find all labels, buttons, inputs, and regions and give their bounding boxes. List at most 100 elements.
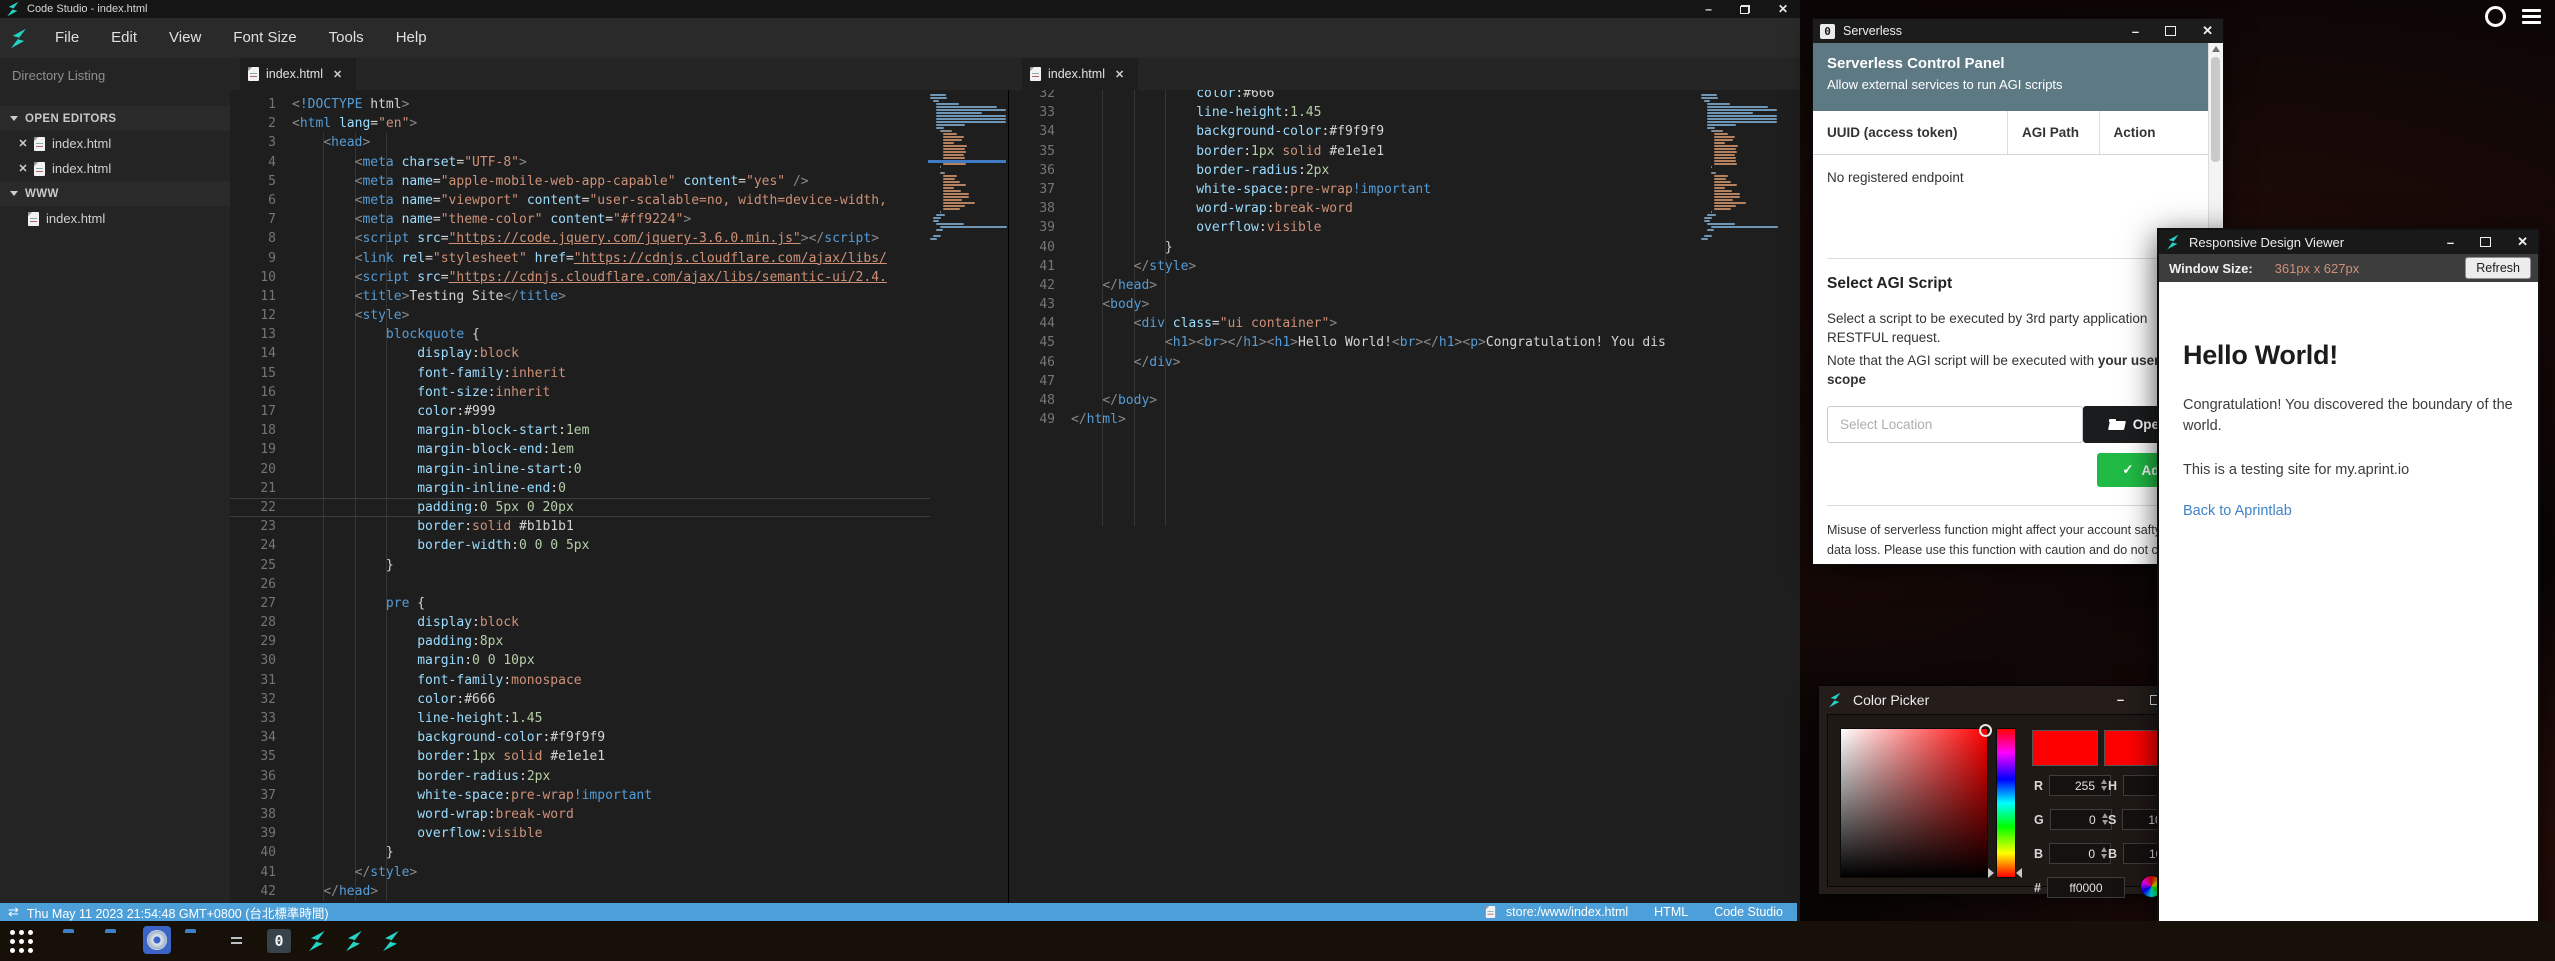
saturation-value-surface[interactable] [1840, 728, 1988, 878]
sidebar-item-index-html[interactable]: ✕index.html [0, 156, 230, 181]
blue-spinner-row: B 0 [2034, 843, 2111, 864]
page-heading: Hello World! [2183, 340, 2514, 371]
tab-close-icon[interactable]: ✕ [1115, 68, 1124, 81]
divider [1827, 258, 2197, 259]
file-icon [248, 67, 259, 81]
sidebar-section-www[interactable]: WWW [0, 181, 230, 206]
status-language[interactable]: HTML [1654, 905, 1688, 919]
loading-ring-icon[interactable] [2485, 6, 2506, 27]
serverless-body: Serverless Control Panel Allow external … [1813, 43, 2209, 564]
warning-text: data loss. Please use this function with… [1827, 543, 2209, 557]
tab-index-html-pane2[interactable]: index.html ✕ [1022, 58, 1138, 90]
window-size-value: 361px x 627px [2275, 261, 2360, 276]
restore-button[interactable] [1740, 5, 1750, 14]
file-tree: OPEN EDITORS✕index.html✕index.htmlWWWind… [0, 106, 230, 231]
app-grid-icon[interactable] [10, 930, 33, 953]
status-app-name: Code Studio [1714, 905, 1783, 919]
red-value-field[interactable]: 255 [2049, 775, 2111, 796]
minimap[interactable] [1701, 94, 1777, 241]
minimize-button[interactable]: – [2132, 24, 2139, 39]
panel-title: Serverless Control Panel [1827, 55, 2195, 72]
page-paragraph: Congratulation! You discovered the bound… [2183, 395, 2513, 437]
hue-marker-left-icon[interactable] [1988, 868, 1994, 878]
endpoint-table-header: UUID (access token)AGI PathAction [1813, 111, 2209, 155]
desktop: Code Studio - index.html – ✕ FileEditVie… [0, 0, 2555, 961]
folder-open-icon [2109, 419, 2125, 430]
file-icon [34, 162, 45, 176]
back-to-aprintlab-link[interactable]: Back to Aprintlab [2183, 503, 2292, 519]
panel-subtitle: Allow external services to run AGI scrip… [1827, 77, 2195, 92]
refresh-button[interactable]: Refresh [2465, 257, 2531, 279]
hamburger-menu-icon[interactable] [2522, 9, 2541, 24]
minimize-button[interactable]: – [2117, 692, 2124, 707]
column-header-1: UUID (access token) [1813, 111, 2008, 154]
menu-font-size[interactable]: Font Size [217, 18, 312, 58]
column-header-2: AGI Path [2008, 111, 2100, 154]
sync-icon: ⇄ [8, 904, 19, 920]
menu-items: FileEditViewFont SizeToolsHelp [39, 18, 443, 58]
close-button[interactable]: ✕ [1778, 2, 1788, 16]
close-file-icon[interactable]: ✕ [16, 162, 30, 175]
sidebar-header: Directory Listing [0, 58, 230, 98]
tab-index-html-pane1[interactable]: index.html ✕ [240, 58, 356, 90]
window-title: Code Studio - index.html [27, 3, 147, 15]
blue-value-field[interactable]: 0 [2049, 843, 2111, 864]
minimap[interactable] [930, 94, 1006, 241]
minimap-viewport [928, 160, 1006, 163]
spinner-arrows-icon[interactable] [2101, 847, 2107, 859]
sidebar-item-index-html[interactable]: index.html [0, 206, 230, 231]
close-button[interactable]: ✕ [2517, 234, 2528, 250]
serverless-zero-icon[interactable]: 0 [267, 929, 291, 953]
menu-tools[interactable]: Tools [313, 18, 380, 58]
scroll-up-icon[interactable] [2212, 46, 2220, 52]
green-value-field[interactable]: 0 [2050, 809, 2112, 830]
editor-area: 1<!DOCTYPE html>2<html lang="en">3 <head… [230, 90, 1800, 903]
sidebar-item-index-html[interactable]: ✕index.html [0, 131, 230, 156]
menu-view[interactable]: View [153, 18, 217, 58]
close-button[interactable]: ✕ [2202, 23, 2213, 39]
maximize-button[interactable] [2165, 26, 2176, 36]
editor-pane-1[interactable]: 1<!DOCTYPE html>2<html lang="en">3 <head… [230, 90, 1008, 903]
close-file-icon[interactable]: ✕ [16, 137, 30, 150]
code-studio-logo-icon[interactable] [380, 930, 402, 952]
file-icon [34, 137, 45, 151]
tab-close-icon[interactable]: ✕ [333, 68, 342, 81]
scrollbar-thumb[interactable] [2211, 57, 2220, 162]
spinner-arrows-icon[interactable] [2102, 813, 2108, 825]
title-bar: Code Studio - index.html – ✕ [0, 0, 1800, 18]
color-selector-dot[interactable] [1979, 724, 1992, 737]
spinner-arrows-icon[interactable] [2101, 779, 2107, 791]
responsive-viewer-window: Responsive Design Viewer – ✕ Window Size… [2157, 228, 2540, 930]
viewer-toolbar: Window Size: 361px x 627px Refresh [2159, 254, 2538, 282]
hex-value-field[interactable]: ff0000 [2047, 877, 2125, 898]
minimize-button[interactable]: – [2447, 235, 2454, 250]
check-icon: ✓ [2122, 462, 2133, 478]
file-icon [28, 212, 39, 226]
disc-icon[interactable] [143, 926, 171, 954]
menu-edit[interactable]: Edit [95, 18, 153, 58]
code-studio-logo-icon[interactable] [306, 930, 328, 952]
hue-marker-right-icon[interactable] [2016, 868, 2022, 878]
select-location-input[interactable]: Select Location [1827, 406, 2083, 443]
menu-help[interactable]: Help [380, 18, 443, 58]
sidebar: Directory Listing OPEN EDITORS✕index.htm… [0, 58, 230, 903]
menu-bar: FileEditViewFont SizeToolsHelp [0, 18, 1800, 59]
serverless-window-title: Serverless [1843, 24, 1902, 38]
code-studio-logo-icon [8, 28, 29, 49]
editor-pane-2[interactable]: 32 color:#66633 line-height:1.4534 backg… [1008, 90, 1800, 903]
red-spinner-row: R 255 [2034, 775, 2111, 796]
hue-slider[interactable] [1996, 728, 2016, 878]
serverless-zero-icon: 0 [1820, 24, 1835, 39]
file-icon [1030, 67, 1041, 81]
description-line: Select a script to be executed by 3rd pa… [1827, 311, 2209, 326]
input-placeholder: Select Location [1840, 417, 1932, 432]
maximize-button[interactable] [2480, 237, 2491, 247]
rendered-page: Hello World! Congratulation! You discove… [2159, 282, 2538, 928]
menu-file[interactable]: File [39, 18, 95, 58]
status-file-path[interactable]: store:/www/index.html [1506, 905, 1628, 919]
description-line: scope [1827, 372, 2209, 387]
status-bar: ⇄ Thu May 11 2023 21:54:48 GMT+0800 (台北標… [0, 903, 1797, 921]
code-studio-logo-icon[interactable] [343, 930, 365, 952]
minimize-button[interactable]: – [1705, 2, 1712, 16]
sidebar-section-open-editors[interactable]: OPEN EDITORS [0, 106, 230, 131]
